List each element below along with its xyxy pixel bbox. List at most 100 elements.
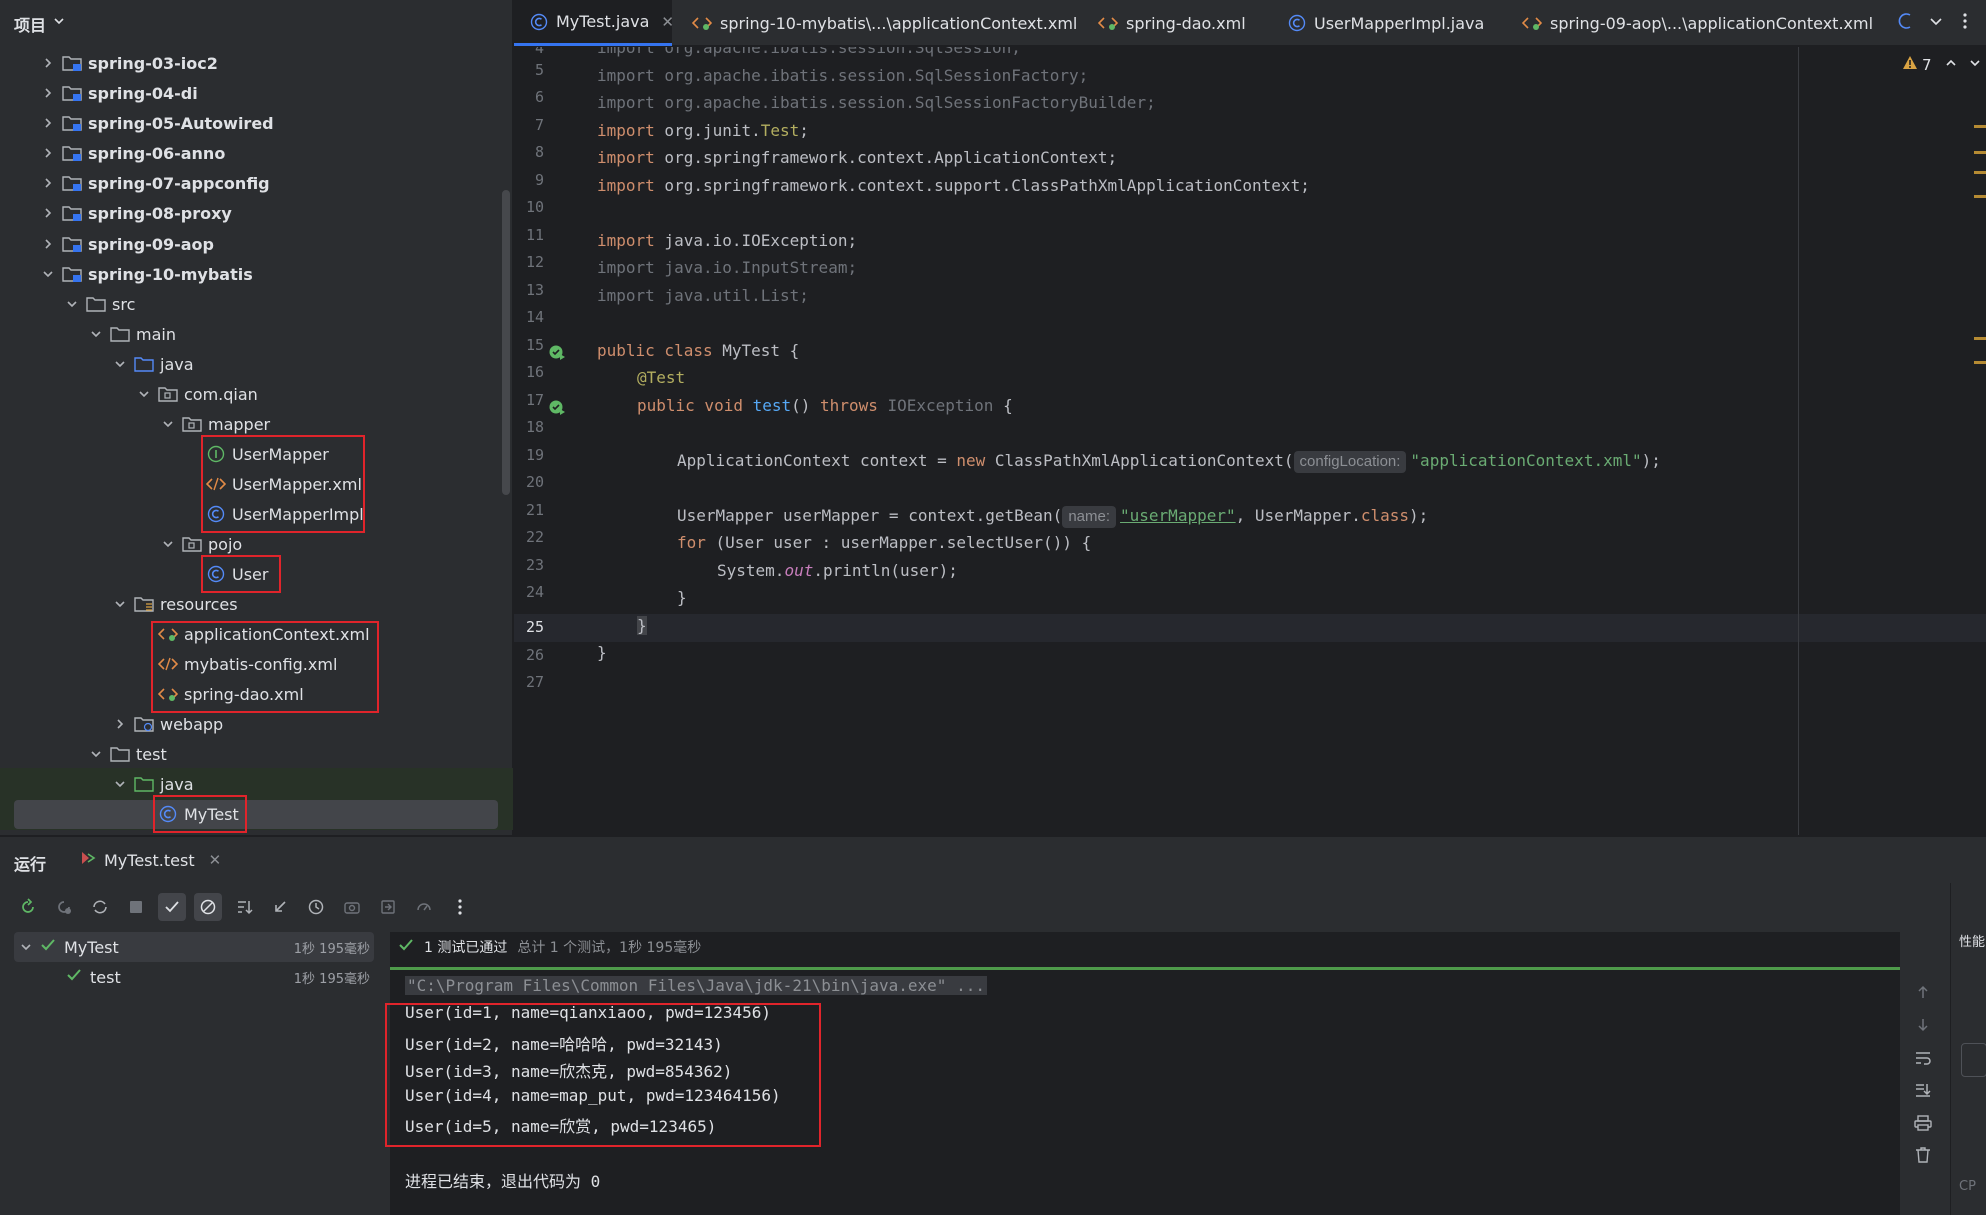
collapse-button[interactable] xyxy=(266,893,294,921)
tab-mytest-java[interactable]: MyTest.java ✕ xyxy=(514,0,674,46)
performance-widget[interactable] xyxy=(1961,1043,1986,1077)
line-number: 11 xyxy=(525,226,544,244)
tree-item-main[interactable]: main xyxy=(0,319,500,349)
more-vertical-icon[interactable] xyxy=(1962,12,1968,34)
performance-side-panel[interactable]: 性能 CP xyxy=(1950,883,1986,1215)
tab-list-dropdown[interactable] xyxy=(1928,0,1944,46)
chevron-right-icon[interactable] xyxy=(112,716,128,732)
show-ignored-button[interactable] xyxy=(194,893,222,921)
code-line-19: ApplicationContext context = new ClassPa… xyxy=(677,451,1661,473)
tree-item-resources[interactable]: resources xyxy=(0,589,500,619)
line-number: 16 xyxy=(525,363,544,381)
chevron-right-icon[interactable] xyxy=(40,205,56,221)
more-vertical-icon[interactable] xyxy=(446,893,474,921)
tree-item-spring-07-appconfig[interactable]: spring-07-appconfig xyxy=(0,168,500,198)
tree-item-spring-03-ioc2[interactable]: spring-03-ioc2 xyxy=(0,48,500,78)
chevron-down-icon[interactable] xyxy=(64,296,80,312)
scroll-to-end-icon[interactable] xyxy=(1914,1082,1932,1102)
tree-item-spring-04-di[interactable]: spring-04-di xyxy=(0,78,500,108)
tab-spring-09-applicationcontext[interactable]: spring-09-aop\...\applicationContext.xml xyxy=(1522,0,1873,46)
run-test-gutter-icon[interactable] xyxy=(548,344,566,366)
test-row-mytest[interactable]: MyTest 1秒 195毫秒 xyxy=(14,932,374,962)
chevron-down-icon[interactable] xyxy=(112,596,128,612)
chevron-down-icon[interactable] xyxy=(112,356,128,372)
chevron-up-icon[interactable] xyxy=(1944,56,1958,74)
project-header[interactable]: 项目 xyxy=(0,0,513,46)
tree-item-spring-09-aop[interactable]: spring-09-aop xyxy=(0,229,500,259)
project-scrollbar[interactable] xyxy=(502,190,510,495)
chevron-down-icon[interactable] xyxy=(112,776,128,792)
chevron-down-icon[interactable] xyxy=(136,386,152,402)
import-button[interactable] xyxy=(374,893,402,921)
chevron-right-icon[interactable] xyxy=(40,55,56,71)
tree-item-java[interactable]: java xyxy=(0,349,500,379)
trash-icon[interactable] xyxy=(1914,1146,1932,1168)
chevron-down-icon[interactable] xyxy=(160,416,176,432)
spring-xml-icon xyxy=(1098,14,1118,32)
rerun-failed-button[interactable] xyxy=(50,893,78,921)
chevron-right-icon[interactable] xyxy=(40,145,56,161)
tree-item-com-qian[interactable]: com.qian xyxy=(0,379,500,409)
chevron-down-icon[interactable] xyxy=(1928,13,1944,33)
tree-item-webapp[interactable]: webapp xyxy=(0,709,500,739)
history-button[interactable] xyxy=(302,893,330,921)
chevron-down-icon[interactable] xyxy=(20,938,32,957)
tab-spring-10-applicationcontext[interactable]: spring-10-mybatis\...\applicationContext… xyxy=(692,0,1077,46)
close-icon[interactable]: ✕ xyxy=(209,851,222,869)
test-row-test[interactable]: test 1秒 195毫秒 xyxy=(14,962,374,992)
error-stripe-mark[interactable] xyxy=(1974,195,1986,198)
chevron-right-icon[interactable] xyxy=(40,85,56,101)
warning-indicator[interactable]: 7 xyxy=(1902,55,1982,75)
arrow-up-icon[interactable] xyxy=(1915,984,1931,1004)
chevron-down-icon[interactable] xyxy=(160,536,176,552)
project-title[interactable]: 项目 xyxy=(14,12,46,36)
tree-item-spring-05-autowired[interactable]: spring-05-Autowired xyxy=(0,108,500,138)
soft-wrap-icon[interactable] xyxy=(1914,1050,1932,1070)
chevron-down-icon[interactable] xyxy=(40,266,56,282)
print-icon[interactable] xyxy=(1914,1115,1932,1135)
tab-spring-dao-xml[interactable]: spring-dao.xml xyxy=(1098,0,1246,46)
current-line-highlight xyxy=(514,614,1986,642)
tests-passed-label: 1 测试已通过 xyxy=(424,940,508,956)
tab-overflow-partial[interactable] xyxy=(1898,0,1916,46)
chevron-down-icon[interactable] xyxy=(88,746,104,762)
error-stripe-mark[interactable] xyxy=(1974,361,1986,364)
arrow-down-icon[interactable] xyxy=(1915,1017,1931,1037)
chevron-down-icon[interactable] xyxy=(1968,56,1982,74)
console-side-toolbar xyxy=(1900,932,1950,1215)
tree-item-test-java[interactable]: java xyxy=(0,769,500,799)
coverage-button[interactable] xyxy=(410,893,438,921)
error-stripe-mark[interactable] xyxy=(1974,125,1986,128)
tree-item-src[interactable]: src xyxy=(0,289,500,319)
tree-item-label: main xyxy=(136,324,176,344)
stop-button[interactable] xyxy=(122,893,150,921)
chevron-right-icon[interactable] xyxy=(40,175,56,191)
sort-button[interactable] xyxy=(230,893,258,921)
tree-item-test[interactable]: test xyxy=(0,739,500,769)
tree-item-spring-10-mybatis[interactable]: spring-10-mybatis xyxy=(0,259,500,289)
error-stripe-mark[interactable] xyxy=(1974,151,1986,154)
chevron-down-icon[interactable] xyxy=(88,326,104,342)
chevron-right-icon[interactable] xyxy=(40,236,56,252)
error-stripe-mark[interactable] xyxy=(1974,337,1986,340)
camera-icon[interactable] xyxy=(338,893,366,921)
run-test-gutter-icon[interactable] xyxy=(548,399,566,421)
error-stripe-mark[interactable] xyxy=(1974,171,1986,174)
toggle-auto-test-button[interactable] xyxy=(86,893,114,921)
tab-usermapperimpl-java[interactable]: UserMapperImpl.java xyxy=(1288,0,1484,46)
show-passed-button[interactable] xyxy=(158,893,186,921)
rerun-button[interactable] xyxy=(14,893,42,921)
chevron-down-icon[interactable] xyxy=(52,13,66,32)
run-title[interactable]: 运行 xyxy=(14,851,46,875)
tab-run-mytest-test[interactable]: MyTest.test ✕ xyxy=(80,837,221,883)
tree-item-spring-08-proxy[interactable]: spring-08-proxy xyxy=(0,198,500,228)
tree-item-mytest[interactable]: MyTest xyxy=(0,799,500,829)
run-tab-bar: 运行 MyTest.test ✕ xyxy=(0,837,1986,883)
highlight-box-mapper-files xyxy=(201,435,365,533)
tree-item-spring-06-anno[interactable]: spring-06-anno xyxy=(0,138,500,168)
code-editor[interactable]: 4 5 6 7 8 9 10 11 12 13 14 15 16 17 18 1… xyxy=(514,47,1986,835)
more-options-button[interactable] xyxy=(1962,0,1968,46)
chevron-right-icon[interactable] xyxy=(40,115,56,131)
close-icon[interactable]: ✕ xyxy=(661,13,674,31)
tree-item-label: resources xyxy=(160,594,238,614)
